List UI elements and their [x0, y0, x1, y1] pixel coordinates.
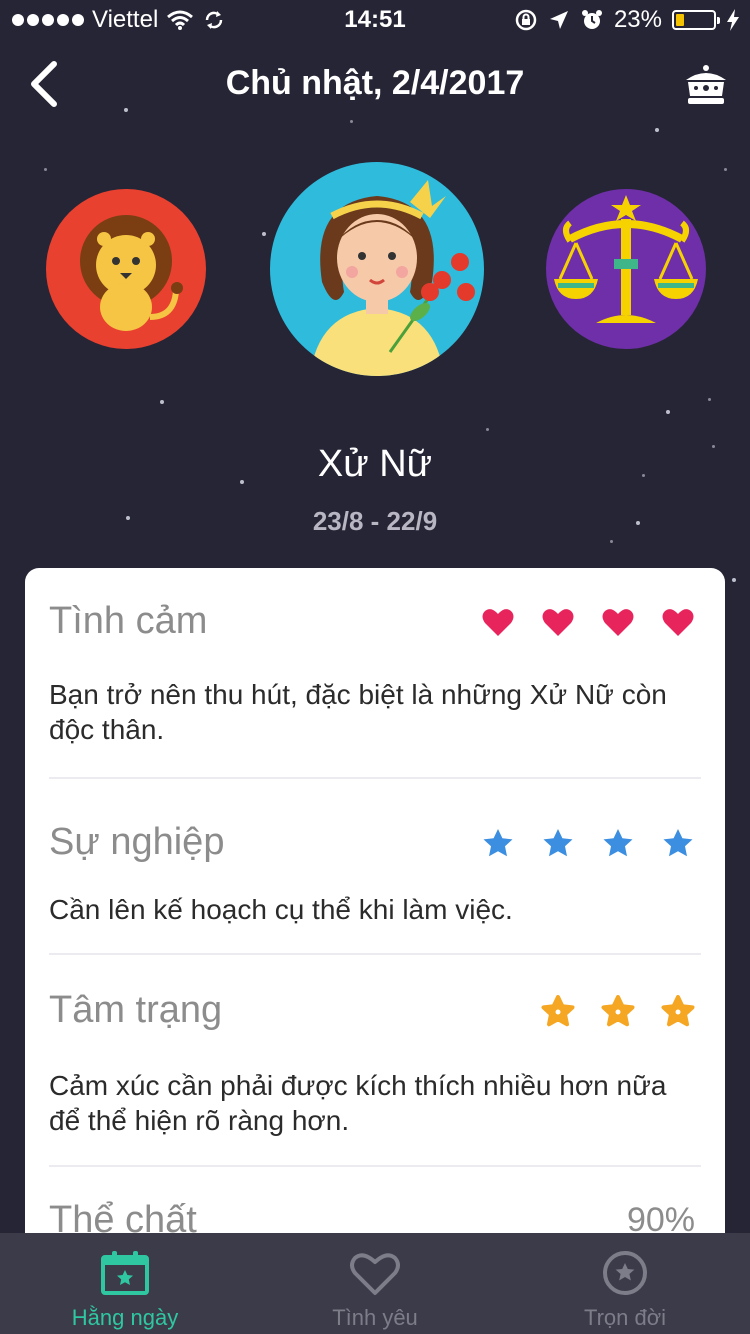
- star-icon: [483, 828, 513, 856]
- heart-icon: [482, 608, 514, 636]
- virgo-girl-icon: [310, 180, 475, 376]
- tab-love[interactable]: Tình yêu: [250, 1233, 500, 1334]
- flower-star-icon: [661, 994, 695, 1026]
- battery-icon: [672, 10, 720, 30]
- star-circle-icon: [603, 1251, 647, 1295]
- mood-section: Tâm trạng Cảm xúc cần phải được kích thí…: [49, 955, 701, 1167]
- battery-percent: 23%: [613, 6, 662, 33]
- crown-icon: [686, 65, 726, 104]
- tab-daily[interactable]: Hằng ngày: [0, 1233, 250, 1334]
- health-section: Thể chất 90%: [49, 1167, 701, 1242]
- career-rating: [481, 827, 695, 859]
- leo-lion-icon: [80, 215, 183, 331]
- heart-icon: [542, 608, 574, 636]
- love-text: Bạn trở nên thu hút, đặc biệt là những X…: [49, 679, 667, 745]
- zodiac-next-button[interactable]: [546, 189, 706, 349]
- charging-icon: [727, 9, 739, 31]
- libra-scales-icon: [554, 195, 698, 323]
- love-rating: [481, 606, 695, 638]
- career-text: Cần lên kế hoạch cụ thể khi làm việc.: [49, 894, 513, 925]
- love-section: Tình cảm Bạn trở nên thu hút, đặc biệt l…: [49, 568, 701, 779]
- flower-star-icon: [601, 994, 635, 1026]
- zodiac-prev-button[interactable]: [46, 189, 206, 349]
- location-icon: [549, 11, 568, 29]
- calendar-star-icon: [101, 1251, 149, 1295]
- heart-icon: [602, 608, 634, 636]
- heart-outline-icon: [350, 1253, 400, 1295]
- rotation-lock-icon: [515, 9, 537, 31]
- star-icon: [663, 828, 693, 856]
- love-title: Tình cảm: [49, 600, 208, 642]
- tab-love-label: Tình yêu: [332, 1305, 418, 1330]
- zodiac-current[interactable]: [270, 162, 484, 376]
- mood-rating: [541, 994, 695, 1027]
- tab-bar: Hằng ngày Tình yêu Trọn đời: [0, 1233, 750, 1334]
- heart-icon: [662, 608, 694, 636]
- status-bar: Viettel 14:51 23%: [0, 0, 750, 40]
- flower-star-icon: [541, 994, 575, 1026]
- tab-lifetime-label: Trọn đời: [583, 1305, 667, 1330]
- star-icon: [543, 828, 573, 856]
- mood-text: Cảm xúc cần phải được kích thích nhiều h…: [49, 1070, 667, 1136]
- alarm-icon: [581, 10, 602, 29]
- zodiac-sign-name: Xử Nữ: [317, 443, 433, 485]
- career-title: Sự nghiệp: [49, 821, 225, 863]
- premium-button[interactable]: [682, 62, 730, 110]
- star-icon: [603, 828, 633, 856]
- tab-lifetime[interactable]: Trọn đời: [500, 1233, 750, 1334]
- career-section: Sự nghiệp Cần lên kế hoạch cụ thể khi là…: [49, 779, 701, 955]
- mood-title: Tâm trạng: [49, 989, 223, 1031]
- horoscope-card: Tình cảm Bạn trở nên thu hút, đặc biệt l…: [25, 568, 725, 1268]
- page-title: Chủ nhật, 2/4/2017: [225, 64, 525, 102]
- tab-daily-label: Hằng ngày: [71, 1305, 179, 1330]
- zodiac-sign-dates: 23/8 - 22/9: [312, 506, 438, 536]
